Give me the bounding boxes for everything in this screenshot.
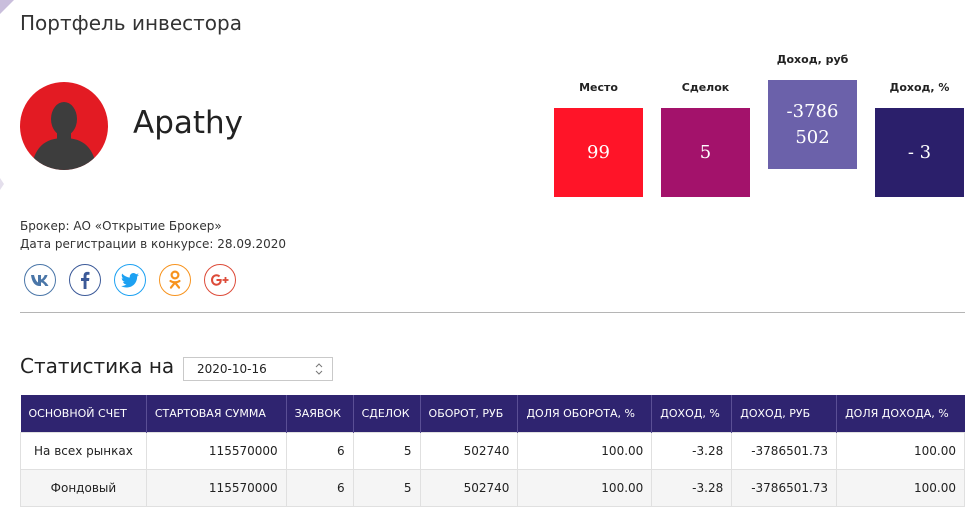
table-cell: -3786501.73 <box>731 431 838 470</box>
date-select[interactable]: 2020-10-16 <box>183 357 333 381</box>
column-header[interactable]: ДОЛЯ ОБОРОТА, % <box>517 395 653 432</box>
table-cell: 6 <box>285 431 354 470</box>
column-header[interactable]: ОСНОВНОЙ СЧЕТ <box>20 395 147 432</box>
google-plus-icon <box>211 274 229 286</box>
odnoklassniki-icon <box>169 270 181 289</box>
vk-icon <box>31 275 49 286</box>
table-cell: 502740 <box>419 468 519 507</box>
stat-box-income-rub: -3786 502 <box>768 80 857 169</box>
corner-decoration <box>0 0 14 14</box>
username: Apathy <box>133 105 244 141</box>
user-silhouette-icon <box>31 102 97 170</box>
stat-value-income-pct: - 3 <box>907 141 932 163</box>
facebook-icon <box>81 271 90 289</box>
table-row: Фондовый 115570000 6 5 502740 100.00 -3.… <box>20 468 965 507</box>
broker-label: Брокер: <box>20 219 70 233</box>
table-cell: 6 <box>285 468 354 507</box>
date-select-value: 2020-10-16 <box>197 362 267 376</box>
stat-value-deals: 5 <box>699 141 712 163</box>
stat-value-income-rub-line1: -3786 <box>786 101 839 123</box>
stat-box-income-pct: - 3 <box>875 108 964 197</box>
table-cell: 100.00 <box>517 431 653 470</box>
avatar <box>20 82 108 170</box>
twitter-icon <box>121 272 139 288</box>
column-header[interactable]: ДОХОД, % <box>651 395 733 432</box>
page-title: Портфель инвестора <box>20 11 242 35</box>
column-header[interactable]: СТАРТОВАЯ СУММА <box>146 395 287 432</box>
table-header-row: ОСНОВНОЙ СЧЕТ СТАРТОВАЯ СУММА ЗАЯВОК СДЕ… <box>20 395 965 432</box>
table-cell: 100.00 <box>836 431 965 470</box>
odnoklassniki-share-button[interactable] <box>159 264 191 296</box>
table-cell: 502740 <box>419 431 519 470</box>
stat-label-place: Место <box>579 81 618 94</box>
registration-line: Дата регистрации в конкурсе: 28.09.2020 <box>20 237 286 251</box>
table-row: На всех рынках 115570000 6 5 502740 100.… <box>20 431 965 470</box>
facebook-share-button[interactable] <box>69 264 101 296</box>
table-cell: -3786501.73 <box>731 468 838 507</box>
stat-value-income-rub-line2: 502 <box>795 126 830 148</box>
stat-label-income-rub: Доход, руб <box>776 53 849 66</box>
stat-box-place: 99 <box>554 108 643 197</box>
google-plus-share-button[interactable] <box>204 264 236 296</box>
table-cell: 115570000 <box>145 468 287 507</box>
column-header[interactable]: ЗАЯВОК <box>286 395 354 432</box>
table-cell: 5 <box>352 431 421 470</box>
stat-label-income-pct: Доход, % <box>889 81 950 94</box>
table-cell: 100.00 <box>836 468 965 507</box>
table-cell: На всех рынках <box>20 431 147 470</box>
statistics-heading: Статистика на <box>20 354 175 378</box>
stat-label-deals: Сделок <box>681 81 730 94</box>
vk-share-button[interactable] <box>24 264 56 296</box>
broker-line: Брокер: АО «Открытие Брокер» <box>20 219 222 233</box>
stat-value-place: 99 <box>587 141 610 163</box>
table-cell: 100.00 <box>517 468 653 507</box>
column-header[interactable]: СДЕЛОК <box>353 395 421 432</box>
statistics-table: ОСНОВНОЙ СЧЕТ СТАРТОВАЯ СУММА ЗАЯВОК СДЕ… <box>20 395 965 507</box>
column-header[interactable]: ОБОРОТ, РУБ <box>420 395 519 432</box>
table-cell: Фондовый <box>20 468 147 507</box>
table-cell: 115570000 <box>145 431 287 470</box>
stat-box-deals: 5 <box>661 108 750 197</box>
table-cell: 5 <box>352 468 421 507</box>
column-header[interactable]: ДОХОД, РУБ <box>731 395 838 432</box>
registration-label: Дата регистрации в конкурсе: <box>20 237 214 251</box>
column-header[interactable]: ДОЛЯ ДОХОДА, % <box>836 395 965 432</box>
table-cell: -3.28 <box>651 468 733 507</box>
twitter-share-button[interactable] <box>114 264 146 296</box>
table-cell: -3.28 <box>651 431 733 470</box>
registration-value: 28.09.2020 <box>217 237 286 251</box>
section-divider <box>20 312 965 313</box>
up-down-arrows-icon <box>315 363 323 375</box>
edge-decoration <box>0 178 4 190</box>
broker-value: АО «Открытие Брокер» <box>73 219 222 233</box>
